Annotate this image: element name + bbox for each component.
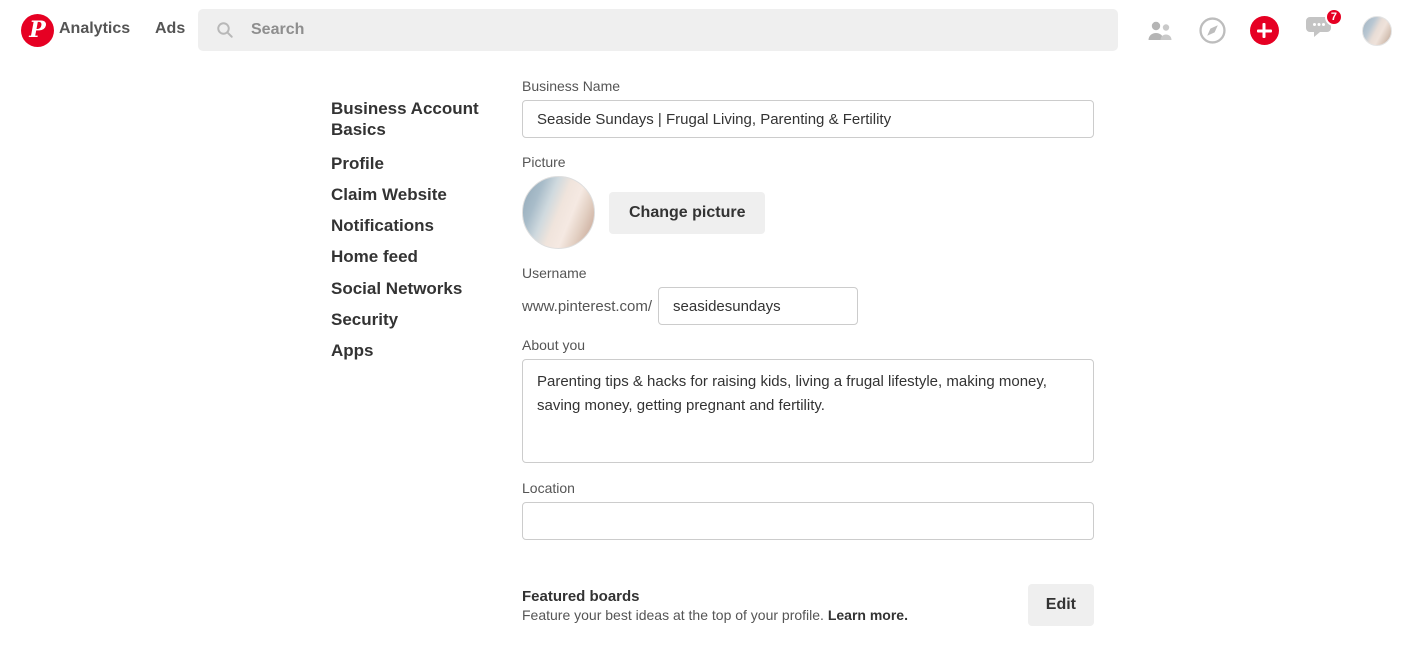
nav-item-analytics[interactable]: Analytics [59,20,130,38]
messages-badge: 7 [1324,7,1343,26]
learn-more-link[interactable]: Learn more. [828,607,908,623]
sidebar-item-label: Apps [331,341,374,360]
sidebar-item-social-networks[interactable]: Social Networks [331,278,501,299]
search-bar[interactable]: Search [198,9,1118,51]
compass-icon-glyph [1198,17,1226,44]
featured-boards-title: Featured boards [522,587,640,605]
about-you-textarea[interactable] [522,359,1094,463]
pinterest-logo-icon[interactable]: P [21,14,54,47]
sidebar-item-business-account-basics[interactable]: Business Account Basics [331,98,501,141]
featured-boards-text: Featured boards Feature your best ideas … [522,588,908,623]
business-name-label: Business Name [522,78,621,94]
about-you-label: About you [522,337,586,353]
people-icon-glyph [1148,21,1172,40]
sidebar-item-label: Notifications [331,216,434,235]
sidebar-item-label: Social Networks [331,278,463,298]
business-name-input[interactable] [522,100,1094,138]
sidebar-item-label: Business Account Basics [331,99,479,140]
featured-boards-description-text: Feature your best ideas at the top of yo… [522,606,824,623]
picture-label: Picture [522,154,566,170]
search-icon [217,22,233,38]
username-url-prefix: www.pinterest.com/ [522,297,653,315]
nav-item-ads[interactable]: Ads [155,20,185,38]
location-label: Location [522,480,575,496]
sidebar-item-notifications[interactable]: Notifications [331,215,501,236]
edit-featured-boards-button[interactable]: Edit [1027,584,1094,626]
messages-button[interactable]: 7 [1305,0,1343,61]
sidebar-item-label: Profile [331,153,384,173]
username-row: www.pinterest.com/ [522,287,1094,325]
sidebar-item-apps[interactable]: Apps [331,340,501,361]
featured-boards-description: Feature your best ideas at the top of yo… [522,607,908,623]
sidebar-item-security[interactable]: Security [331,309,501,330]
sidebar-item-label: Security [331,309,399,329]
create-pin-button[interactable] [1249,0,1279,61]
people-icon[interactable] [1145,0,1175,61]
featured-boards-section: Featured boards Feature your best ideas … [522,584,1094,626]
search-input[interactable]: Search [251,21,304,39]
top-header: P Analytics Ads Search 7 [0,0,1425,61]
picture-row: Change picture [522,176,1094,249]
profile-settings-form: Business Name Picture Change picture Use… [522,78,1094,626]
username-input[interactable] [658,287,859,325]
sidebar-item-claim-website[interactable]: Claim Website [331,184,501,205]
location-input[interactable] [522,502,1094,540]
sidebar-item-label: Claim Website [331,184,447,204]
plus-icon [1249,16,1279,45]
settings-sidebar: Business Account Basics Profile Claim We… [331,98,501,371]
profile-picture[interactable] [522,176,595,249]
pinterest-p-glyph: P [29,17,46,43]
sidebar-item-profile[interactable]: Profile [331,153,501,174]
sidebar-item-label: Home feed [331,247,418,267]
account-avatar-button[interactable] [1360,0,1394,61]
sidebar-item-home-feed[interactable]: Home feed [331,246,501,267]
change-picture-button[interactable]: Change picture [609,191,766,234]
compass-icon[interactable] [1197,0,1227,61]
avatar [1362,15,1392,46]
username-label: Username [522,265,587,281]
